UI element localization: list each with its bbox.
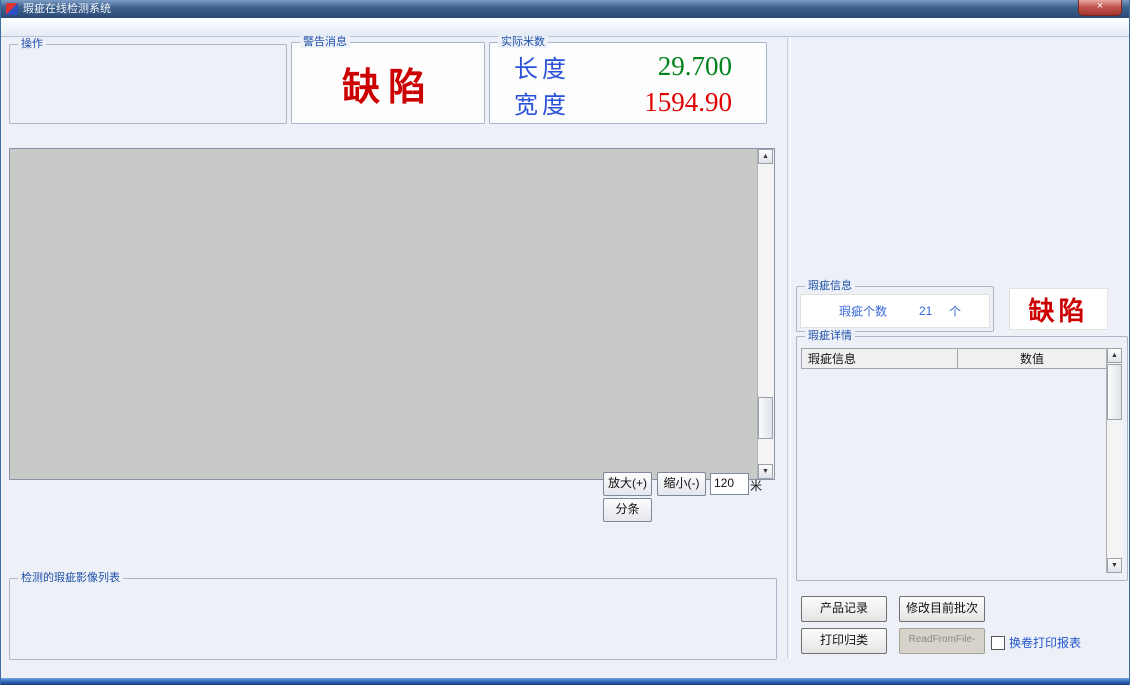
status-bar (1, 660, 1130, 678)
details-scrollbar[interactable]: ▲ ▼ (1106, 348, 1123, 573)
details-scroll-down-icon[interactable]: ▼ (1107, 558, 1122, 573)
alarm-indicator: 缺陷 (1009, 288, 1108, 330)
windows-taskbar[interactable] (1, 678, 1130, 685)
meters-group: 实际米数 长度 29.700 宽度 1594.90 (489, 42, 767, 124)
defect-info-group: 瑕疵信息 瑕疵个数 21 个 (796, 286, 994, 332)
app-icon (6, 3, 18, 15)
plot-scrollbar[interactable]: ▲ ▼ (757, 149, 774, 479)
warning-message: 缺陷 (298, 49, 478, 117)
meters-group-label: 实际米数 (498, 36, 548, 48)
length-value: 29.700 (658, 51, 732, 82)
app-window: 瑕疵在线检测系统 × 操作 警告消息 缺陷 实际米数 长度 29.700 宽度 … (0, 0, 1130, 685)
operations-group: 操作 (9, 44, 287, 124)
defect-count-unit: 个 (949, 303, 961, 320)
defect-image-list-label: 检测的瑕疵影像列表 (18, 572, 123, 584)
warning-group: 警告消息 缺陷 (291, 42, 485, 124)
title-bar[interactable]: 瑕疵在线检测系统 × (1, 0, 1129, 18)
details-col-header-value[interactable]: 数值 (958, 349, 1107, 369)
defect-details-table: 瑕疵信息 数值 (801, 348, 1107, 369)
window-title: 瑕疵在线检测系统 (23, 0, 111, 18)
defect-count-value: 21 (919, 304, 932, 318)
defect-image-list-group: 检测的瑕疵影像列表 (9, 578, 777, 660)
details-scroll-up-icon[interactable]: ▲ (1107, 348, 1122, 363)
scroll-up-icon[interactable]: ▲ (758, 149, 773, 164)
plot-scrollbar-thumb[interactable] (758, 397, 773, 440)
panel-divider (787, 38, 791, 658)
defect-details-group: 瑕疵详情 瑕疵信息 数值 ▲ ▼ (796, 336, 1128, 581)
zoom-in-button[interactable]: 放大(+) (603, 472, 652, 496)
read-from-file-button: ReadFromFile-SIM (899, 628, 985, 654)
meters-input[interactable]: 120 (710, 473, 749, 495)
product-record-button[interactable]: 产品记录 (801, 596, 887, 622)
print-report-checkbox[interactable]: 换卷打印报表 (991, 634, 1081, 651)
distribution-plot-area: ▲ ▼ (9, 148, 775, 480)
modify-batch-button[interactable]: 修改目前批次 (899, 596, 985, 622)
print-category-button[interactable]: 打印归类 (801, 628, 887, 654)
defect-details-label: 瑕疵详情 (805, 330, 855, 342)
meters-unit-label: 米 (750, 477, 762, 494)
details-col-header-name[interactable]: 瑕疵信息 (802, 349, 958, 369)
length-row: 长度 29.700 (514, 49, 732, 83)
defect-count-label: 瑕疵个数 (839, 303, 887, 320)
close-button[interactable]: × (1078, 0, 1122, 16)
width-row: 宽度 1594.90 (514, 85, 732, 119)
defect-count-box: 瑕疵个数 21 个 (800, 294, 990, 328)
zoom-out-button[interactable]: 缩小(-) (657, 472, 706, 496)
details-scrollbar-thumb[interactable] (1107, 364, 1122, 420)
defect-info-label: 瑕疵信息 (805, 280, 855, 292)
print-report-checkbox-label: 换卷打印报表 (1009, 634, 1081, 651)
width-value: 1594.90 (644, 87, 732, 118)
warning-group-label: 警告消息 (300, 36, 350, 48)
length-label: 长度 (514, 49, 570, 84)
operations-group-label: 操作 (18, 38, 46, 50)
checkbox-icon[interactable] (991, 636, 1005, 650)
split-button[interactable]: 分条 (603, 498, 652, 522)
menu-bar (1, 18, 1129, 37)
width-label: 宽度 (514, 85, 570, 120)
